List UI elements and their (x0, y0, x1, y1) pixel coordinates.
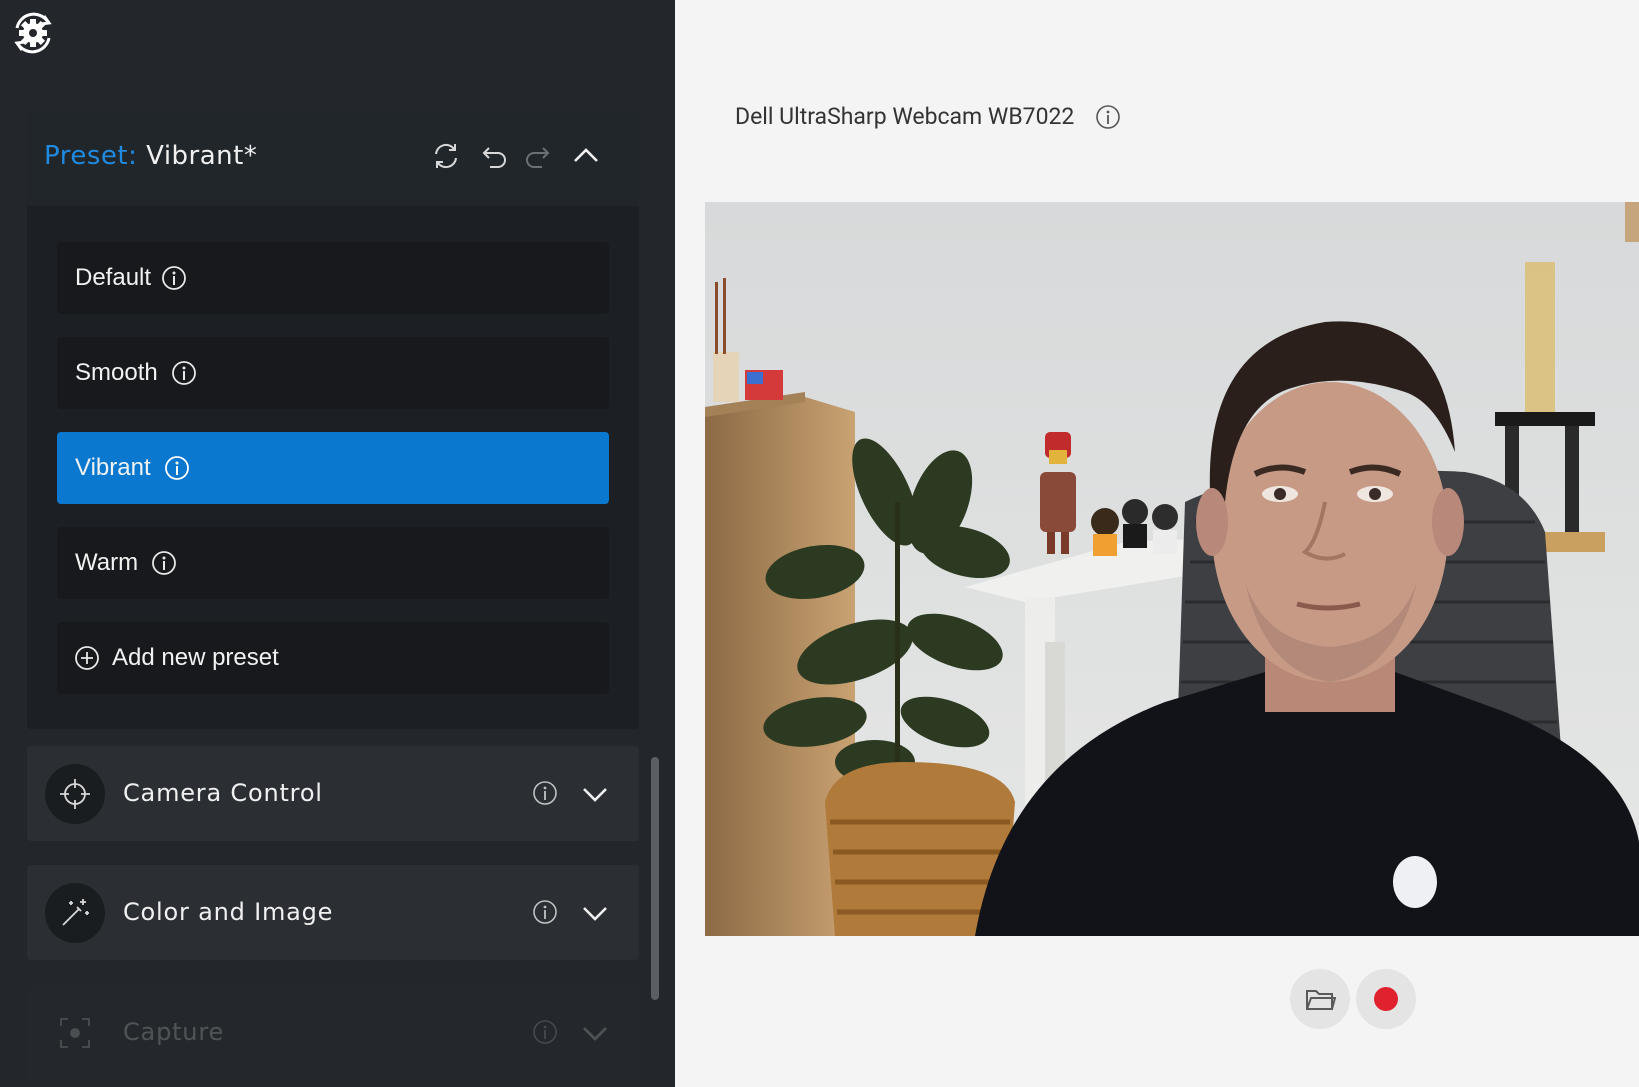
add-preset-label: Add new preset (112, 644, 279, 671)
info-icon[interactable] (161, 265, 187, 291)
section-title: Camera Control (123, 779, 323, 807)
info-icon[interactable] (171, 360, 197, 386)
sidebar: Preset: Vibrant* Default Smooth Vibrant … (0, 0, 675, 1087)
sidebar-scrollbar[interactable] (651, 757, 659, 1000)
magic-wand-icon (45, 883, 105, 943)
preset-panel: Preset: Vibrant* Default Smooth Vibrant … (27, 111, 639, 729)
preset-item-vibrant[interactable]: Vibrant (57, 432, 609, 504)
camera-preview-image (705, 202, 1639, 936)
main-area: Dell UltraSharp Webcam WB7022 (675, 0, 1639, 1087)
section-color-and-image[interactable]: Color and Image (27, 865, 639, 960)
gear-refresh-icon[interactable] (8, 8, 58, 58)
section-camera-control[interactable]: Camera Control (27, 746, 639, 841)
crosshair-icon (45, 764, 105, 824)
chevron-down-icon[interactable] (580, 1021, 610, 1045)
record-button[interactable] (1356, 969, 1416, 1029)
preset-item-label: Default (75, 264, 152, 291)
undo-icon[interactable] (476, 139, 510, 173)
sync-icon[interactable] (429, 139, 463, 173)
device-name: Dell UltraSharp Webcam WB7022 (735, 103, 1075, 130)
section-title: Capture (123, 1018, 225, 1046)
info-icon[interactable] (532, 780, 558, 806)
redo-icon[interactable] (522, 139, 556, 173)
info-icon[interactable] (151, 550, 177, 576)
record-icon (1374, 987, 1398, 1011)
info-icon[interactable] (532, 899, 558, 925)
preset-title: Preset: Vibrant* (44, 141, 257, 171)
camera-preview (705, 202, 1639, 936)
capture-frame-icon (45, 1003, 105, 1063)
chevron-up-icon[interactable] (569, 139, 603, 173)
preset-item-default[interactable]: Default (57, 242, 609, 314)
open-folder-button[interactable] (1290, 969, 1350, 1029)
preset-label: Preset: (44, 141, 138, 171)
section-capture[interactable]: Capture (27, 985, 639, 1080)
preset-current: Vibrant* (146, 141, 258, 171)
add-preset-button[interactable]: Add new preset (57, 622, 609, 694)
section-title: Color and Image (123, 898, 334, 926)
chevron-down-icon[interactable] (580, 782, 610, 806)
preset-item-warm[interactable]: Warm (57, 527, 609, 599)
preset-item-label: Smooth (75, 359, 158, 386)
preset-header[interactable]: Preset: Vibrant* (27, 111, 639, 206)
plus-circle-icon (75, 646, 99, 670)
folder-icon (1306, 990, 1336, 1010)
info-icon[interactable] (532, 1019, 558, 1045)
info-icon[interactable] (164, 455, 190, 481)
chevron-down-icon[interactable] (580, 901, 610, 925)
info-icon[interactable] (1095, 104, 1121, 130)
preset-item-smooth[interactable]: Smooth (57, 337, 609, 409)
preset-item-label: Vibrant (75, 454, 151, 481)
preset-item-label: Warm (75, 549, 139, 576)
